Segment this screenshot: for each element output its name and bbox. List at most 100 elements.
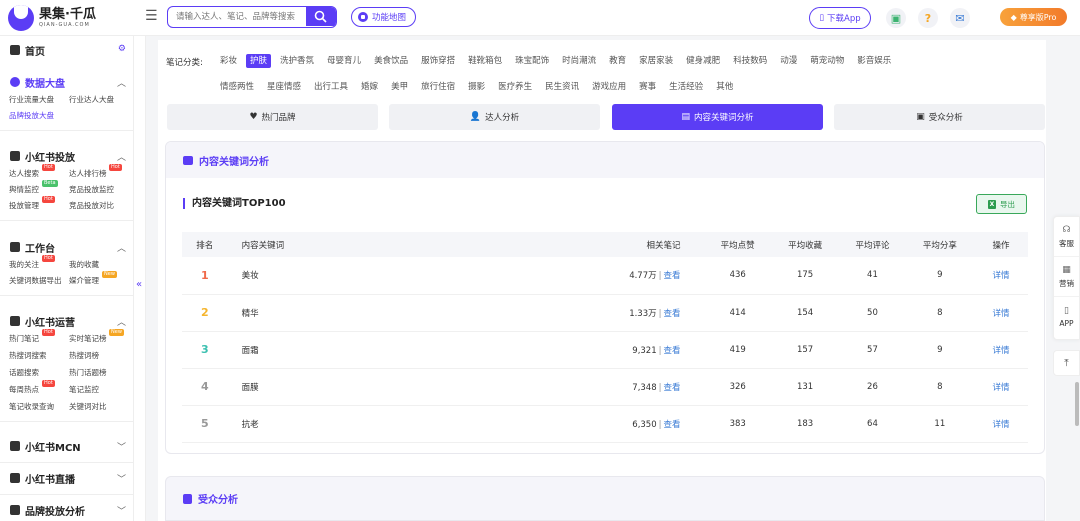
help-icon[interactable]: ? — [918, 8, 938, 28]
detail-link[interactable]: 详情 — [993, 383, 1010, 393]
search-button[interactable] — [306, 7, 336, 26]
scrollbar-thumb[interactable] — [1075, 382, 1079, 426]
view-notes-link[interactable]: 查看 — [664, 271, 681, 281]
phone-icon: ▯ — [1064, 306, 1069, 316]
sidebar-section-dashboard[interactable]: 数据大盘 ︿ — [0, 72, 134, 92]
category-item[interactable]: 生活经验 — [665, 80, 707, 94]
detail-link[interactable]: 详情 — [993, 271, 1010, 281]
sidebar-item-home[interactable]: 首页 ⚙ — [0, 40, 134, 60]
category-item[interactable]: 护肤 — [246, 54, 272, 68]
detail-link[interactable]: 详情 — [993, 420, 1010, 430]
sidebar-item-my-favorites[interactable]: 我的收藏 — [69, 259, 135, 271]
category-item[interactable]: 婚嫁 — [357, 80, 382, 94]
favs-cell: 154 — [770, 294, 840, 332]
category-item[interactable]: 彩妆 — [216, 54, 241, 68]
category-item[interactable]: 赛事 — [635, 80, 660, 94]
tab-content-keywords[interactable]: ▤ 内容关键词分析 — [612, 104, 823, 130]
briefcase-icon[interactable]: ▣ — [886, 8, 906, 28]
export-button[interactable]: X 导出 — [976, 194, 1027, 214]
sidebar-item-hot-topic-rank[interactable]: 热门话题榜 — [69, 367, 135, 379]
tab-audience[interactable]: ▣ 受众分析 — [834, 104, 1045, 130]
category-item[interactable]: 时尚潮流 — [558, 54, 600, 68]
category-item[interactable]: 旅行住宿 — [417, 80, 459, 94]
category-item[interactable]: 出行工具 — [310, 80, 352, 94]
category-item[interactable]: 民生资讯 — [541, 80, 583, 94]
category-item[interactable]: 萌宠动物 — [806, 54, 848, 68]
sidebar-item-industry-traffic[interactable]: 行业流量大盘 — [9, 94, 69, 106]
category-item[interactable]: 洗护香氛 — [276, 54, 318, 68]
logo[interactable]: 果集·千瓜 QIAN-GUA.COM — [8, 5, 96, 31]
category-item[interactable]: 教育 — [605, 54, 630, 68]
table-row: 2 精华 1.33万 | 查看 414 154 50 8 详情 — [182, 294, 1028, 332]
table-row: 4 面膜 7,348 | 查看 326 131 26 8 详情 — [182, 368, 1028, 406]
menu-icon[interactable]: ☰ — [145, 9, 159, 23]
category-item[interactable]: 健身减肥 — [682, 54, 724, 68]
sidebar-item-competitor-compare[interactable]: 竞品投放对比 — [69, 200, 135, 212]
sidebar-item-sentiment[interactable]: 舆情监控 Beta — [9, 180, 69, 196]
sidebar-item-industry-kol[interactable]: 行业达人大盘 — [69, 94, 135, 106]
category-item[interactable]: 鞋靴箱包 — [464, 54, 506, 68]
feature-map-button[interactable]: 功能地图 — [351, 7, 417, 27]
sidebar-item-hot-search-rank[interactable]: 热搜词榜 — [69, 350, 135, 362]
view-notes-link[interactable]: 查看 — [664, 420, 681, 430]
mail-icon[interactable]: ✉ — [950, 8, 970, 28]
category-item[interactable]: 美甲 — [387, 80, 412, 94]
sidebar-collapse-bar[interactable]: « — [134, 36, 146, 521]
search-input[interactable] — [168, 7, 302, 26]
tab-hot-brands[interactable]: ♥ 热门品牌 — [167, 104, 378, 130]
sidebar-item-media-manage[interactable]: 媒介管理 New — [69, 271, 135, 287]
category-item[interactable]: 母婴育儿 — [323, 54, 365, 68]
category-item[interactable]: 珠宝配饰 — [511, 54, 553, 68]
sidebar-section-workbench[interactable]: 工作台 ︿ — [0, 237, 134, 257]
settings-icon[interactable]: ⚙ — [118, 44, 126, 54]
sidebar-item-weekly-hot[interactable]: 每周热点 Hot — [9, 380, 69, 396]
category-item[interactable]: 美食饮品 — [370, 54, 412, 68]
section-title: 品牌投放分析 — [25, 506, 85, 518]
sidebar-item-keyword-compare[interactable]: 关键词对比 — [69, 401, 135, 413]
category-item[interactable]: 摄影 — [464, 80, 489, 94]
sidebar-item-keyword-export[interactable]: 关键词数据导出 — [9, 275, 69, 287]
sidebar-item-topic-search[interactable]: 话题搜索 — [9, 367, 69, 379]
sidebar-item-brand-placement[interactable]: 品牌投放大盘 — [9, 110, 69, 122]
sidebar-section-xhs-mcn[interactable]: 小红书MCN ﹀ — [0, 436, 134, 456]
sidebar-item-hot-notes[interactable]: 热门笔记 Hot — [9, 329, 69, 345]
sidebar-item-kol-search[interactable]: 达人搜索 Hot — [9, 164, 69, 180]
shares-cell: 8 — [905, 294, 975, 332]
sidebar-item-kol-rank[interactable]: 达人排行榜 Hot — [69, 164, 135, 180]
category-item[interactable]: 游戏应用 — [588, 80, 630, 94]
comments-cell: 50 — [839, 294, 906, 332]
category-item[interactable]: 服饰穿搭 — [417, 54, 459, 68]
detail-link[interactable]: 详情 — [993, 346, 1010, 356]
page-scrollbar[interactable] — [1073, 36, 1080, 521]
category-item[interactable]: 动漫 — [776, 54, 801, 68]
category-item[interactable]: 科技数码 — [729, 54, 771, 68]
download-app-button[interactable]: ▯ 下载App — [809, 7, 871, 29]
sidebar-item-note-index[interactable]: 笔记收录查询 — [9, 401, 69, 413]
sidebar-section-xhs-placement[interactable]: 小红书投放 ︿ — [0, 146, 134, 166]
sidebar-item-hot-search[interactable]: 热搜词搜索 — [9, 350, 69, 362]
category-item[interactable]: 其他 — [712, 80, 737, 94]
tab-kol-analysis[interactable]: 👤 达人分析 — [389, 104, 600, 130]
sidebar-item-my-follow[interactable]: 我的关注 Hot — [9, 255, 69, 271]
category-item[interactable]: 影音娱乐 — [853, 54, 895, 68]
category-item[interactable]: 星座情感 — [263, 80, 305, 94]
sidebar-section-brand-analysis[interactable]: 品牌投放分析 ﹀ — [0, 500, 134, 520]
sidebar-section-xhs-live[interactable]: 小红书直播 ﹀ — [0, 468, 134, 488]
category-item[interactable]: 家居家装 — [635, 54, 677, 68]
sidebar-item-placement-manage[interactable]: 投放管理 Hot — [9, 196, 69, 212]
sidebar-item-note-monitor[interactable]: 笔记监控 — [69, 384, 135, 396]
category-item[interactable]: 情感两性 — [216, 80, 258, 94]
detail-link[interactable]: 详情 — [993, 309, 1010, 319]
view-notes-link[interactable]: 查看 — [664, 309, 681, 319]
view-notes-link[interactable]: 查看 — [664, 383, 681, 393]
view-notes-link[interactable]: 查看 — [664, 346, 681, 356]
hot-badge: Hot — [42, 196, 55, 203]
vip-pro-button[interactable]: ◆ 尊享版Pro — [1000, 8, 1067, 26]
sidebar-item-competitor-monitor[interactable]: 竞品投放监控 — [69, 184, 135, 196]
sidebar-section-xhs-operation[interactable]: 小红书运营 ︿ — [0, 311, 134, 331]
sidebar-item-realtime-notes[interactable]: 实时笔记榜 New — [69, 329, 135, 345]
likes-cell: 383 — [704, 405, 771, 443]
vip-label: 尊享版Pro — [1019, 12, 1057, 22]
category-item[interactable]: 医疗养生 — [494, 80, 536, 94]
keyword-table: 排名 内容关键词 相关笔记 平均点赞 平均收藏 平均评论 平均分享 操作 1 美妆… — [182, 232, 1028, 443]
